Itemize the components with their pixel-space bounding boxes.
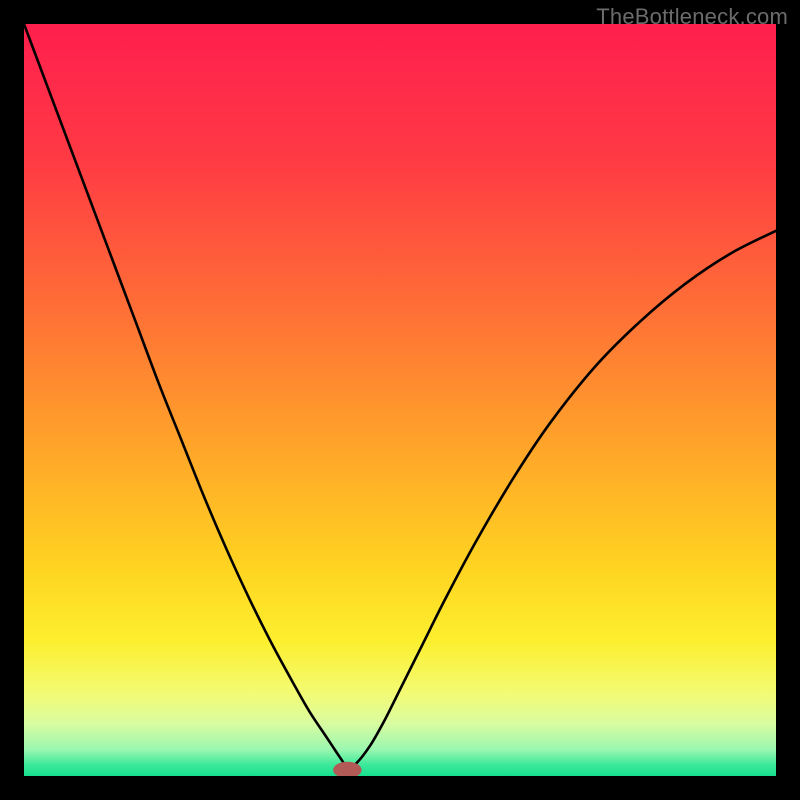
plot-svg	[24, 24, 776, 776]
chart-frame: TheBottleneck.com	[0, 0, 800, 800]
plot-area	[24, 24, 776, 776]
gradient-background	[24, 24, 776, 776]
watermark-text: TheBottleneck.com	[596, 4, 788, 30]
